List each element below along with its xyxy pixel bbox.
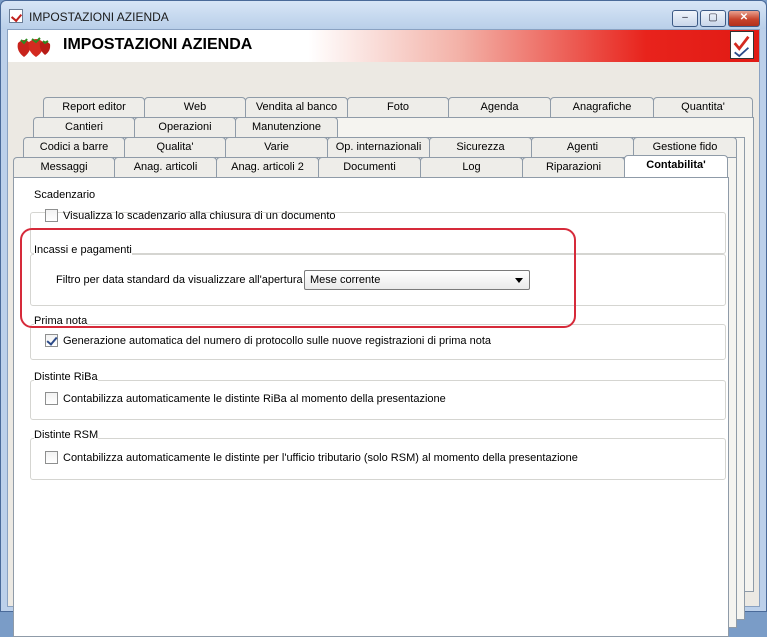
rsm-checkbox-label: Contabilizza automaticamente le distinte… [63,451,578,464]
close-button[interactable]: ✕ [728,10,760,27]
tab-sicurezza[interactable]: Sicurezza [429,137,532,157]
tab-varie[interactable]: Varie [225,137,328,157]
tab-op-internazionali[interactable]: Op. internazionali [327,137,430,157]
banner-title: IMPOSTAZIONI AZIENDA [63,36,253,53]
rsm-option[interactable]: Contabilizza automaticamente le distinte… [45,451,578,464]
tab-qualita[interactable]: Qualita' [124,137,226,157]
riba-checkbox-label: Contabilizza automaticamente le distinte… [63,392,446,405]
tab-gestione-fido[interactable]: Gestione fido [633,137,737,157]
tab-agenti[interactable]: Agenti [531,137,634,157]
group-title-scadenzario: Scadenzario [34,189,96,201]
filter-date-value: Mese corrente [310,274,381,286]
rsm-checkbox[interactable] [45,451,58,464]
tab-anag-articoli[interactable]: Anag. articoli [114,157,217,177]
prima-nota-checkbox[interactable] [45,334,58,347]
prima-nota-checkbox-label: Generazione automatica del numero di pro… [63,334,492,347]
maximize-button[interactable]: ▢ [700,10,726,27]
group-title-distinte-riba: Distinte RiBa [34,371,98,383]
tab-control: Report editor Web Vendita al banco Foto … [8,62,759,637]
scadenzario-checkbox[interactable] [45,209,58,222]
scadenzario-option[interactable]: Visualizza lo scadenzario alla chiusura … [45,209,336,222]
tab-web[interactable]: Web [144,97,246,117]
tab-manutenzione[interactable]: Manutenzione [235,117,338,137]
tab-quantita[interactable]: Quantita' [653,97,753,117]
riba-option[interactable]: Contabilizza automaticamente le distinte… [45,392,446,405]
group-title-incassi-pagamenti: Incassi e pagamenti [34,244,132,256]
tab-riparazioni[interactable]: Riparazioni [522,157,625,177]
group-title-distinte-rsm: Distinte RSM [34,429,99,441]
tab-messaggi[interactable]: Messaggi [13,157,115,177]
tab-log[interactable]: Log [420,157,523,177]
prima-nota-option[interactable]: Generazione automatica del numero di pro… [45,334,491,347]
window-title: IMPOSTAZIONI AZIENDA [29,10,169,24]
filter-date-label: Filtro per data standard da visualizzare… [56,274,309,286]
tab-anag-articoli-2[interactable]: Anag. articoli 2 [216,157,319,177]
tab-operazioni[interactable]: Operazioni [134,117,236,137]
tab-documenti[interactable]: Documenti [318,157,421,177]
filter-date-select[interactable]: Mese corrente [304,270,530,290]
strawberries-icon [17,37,51,57]
tab-vendita-al-banco[interactable]: Vendita al banco [245,97,348,117]
minimize-button[interactable]: – [672,10,698,27]
tab-contabilita[interactable]: Contabilita' [624,155,728,177]
tab-cantieri[interactable]: Cantieri [33,117,135,137]
tab-agenda[interactable]: Agenda [448,97,551,117]
app-checklist-icon [9,9,23,23]
riba-checkbox[interactable] [45,392,58,405]
tab-foto[interactable]: Foto [347,97,449,117]
scadenzario-checkbox-label: Visualizza lo scadenzario alla chiusura … [63,209,336,222]
tab-report-editor[interactable]: Report editor [43,97,145,117]
contabilita-page: Scadenzario Visualizza lo scadenzario al… [13,177,729,637]
tab-codici-a-barre[interactable]: Codici a barre [23,137,125,157]
client-area: IMPOSTAZIONI AZIENDA Report editor Web V… [7,29,760,637]
header-banner: IMPOSTAZIONI AZIENDA [8,30,759,62]
title-bar[interactable]: IMPOSTAZIONI AZIENDA – ▢ ✕ [1,1,766,29]
chevron-down-icon [515,278,523,283]
tab-anagrafiche[interactable]: Anagrafiche [550,97,654,117]
checklist-icon[interactable] [730,31,754,59]
group-title-prima-nota: Prima nota [34,315,88,327]
settings-window: IMPOSTAZIONI AZIENDA – ▢ ✕ IMPOSTAZIONI … [0,0,767,637]
